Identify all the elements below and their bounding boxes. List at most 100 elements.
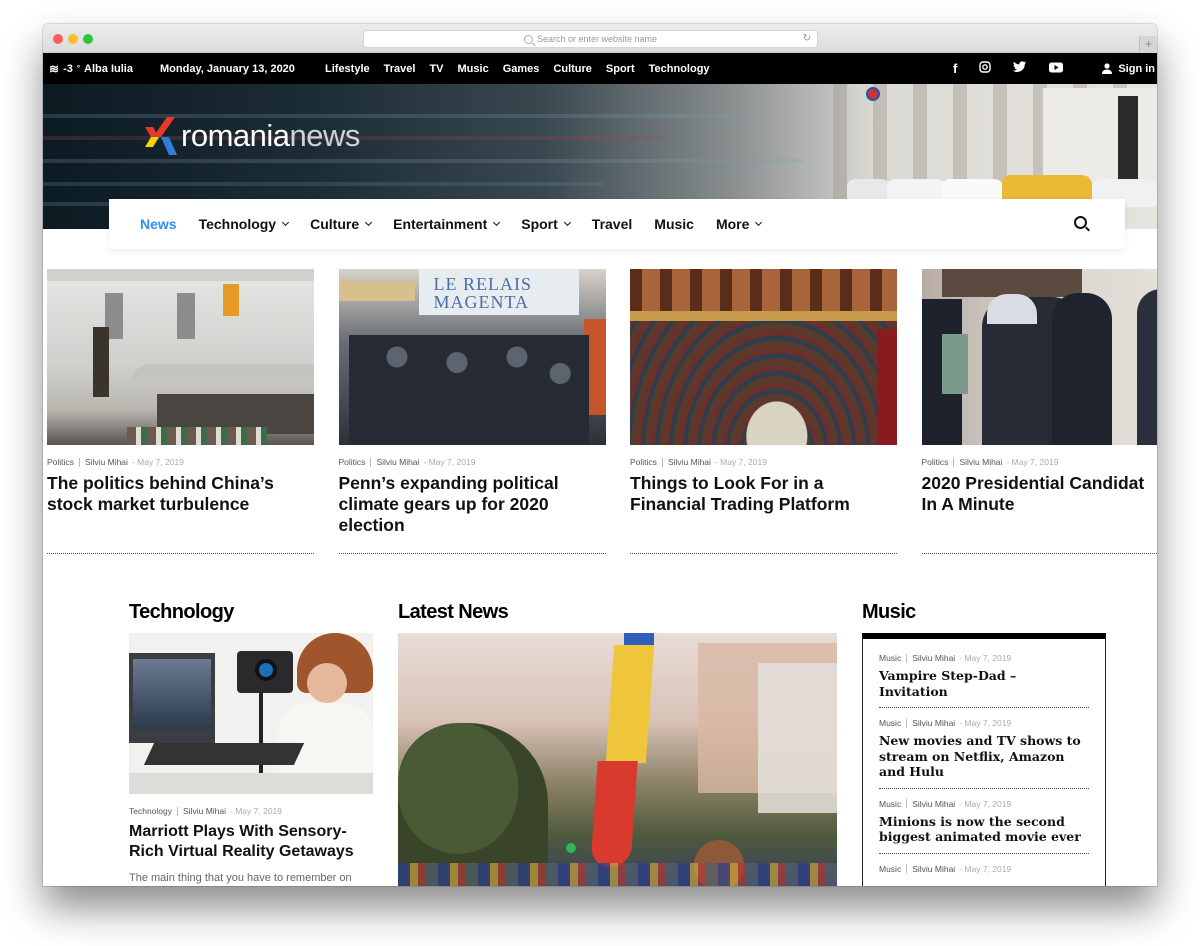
article-title[interactable]: New movies and TV shows to stream on Net…: [879, 733, 1089, 780]
article-title-line: climate gears up for 2020: [338, 494, 549, 514]
featured-article[interactable]: Politics Silviu Mihai - May 7, 2019 The …: [47, 269, 314, 554]
latest-news-image[interactable]: [398, 633, 837, 886]
site-logo[interactable]: romanianews: [143, 117, 360, 155]
article-category[interactable]: Music: [879, 799, 901, 809]
article-title[interactable]: The politics behind China’s stock market…: [47, 473, 314, 541]
sign-in-label: Sign in: [1118, 62, 1155, 75]
article-title[interactable]: Minions is now the second biggest animat…: [879, 814, 1089, 845]
section-heading-music[interactable]: Music: [862, 601, 916, 624]
user-icon: [1102, 63, 1113, 74]
article-title[interactable]: 2020 Presidential Candidat In A Minute: [922, 473, 1158, 541]
new-tab-button[interactable]: +: [1139, 36, 1157, 53]
main-nav: News Technology Culture Entertainment Sp…: [109, 199, 1125, 249]
current-date: Monday, January 13, 2020: [160, 62, 295, 75]
article-title-line: stock market turbulence: [47, 494, 250, 514]
article-title-line: Rich Virtual Reality Getaways: [129, 843, 354, 860]
article-category[interactable]: Music: [879, 718, 901, 728]
article-author[interactable]: Silviu Mihai: [376, 457, 419, 467]
temperature-unit: °: [76, 64, 81, 73]
sign-in-button[interactable]: Sign in: [1102, 63, 1155, 75]
article-title[interactable]: Vampire Step-Dad – Invitation: [879, 668, 1089, 699]
youtube-icon[interactable]: [1049, 62, 1064, 76]
top-nav-tv[interactable]: TV: [429, 63, 443, 75]
featured-article[interactable]: LE RELAIS MAGENTA Politics Silviu Mihai -…: [338, 269, 606, 554]
music-article[interactable]: Music Silviu Mihai - May 7, 2019 Minions…: [879, 799, 1089, 854]
featured-articles: Politics Silviu Mihai - May 7, 2019 The …: [47, 269, 1157, 554]
address-bar[interactable]: Search or enter website name ↻: [363, 30, 818, 48]
nav-travel[interactable]: Travel: [592, 216, 632, 232]
article-category[interactable]: Politics: [922, 457, 949, 467]
nav-entertainment[interactable]: Entertainment: [393, 216, 501, 232]
music-article[interactable]: Music Silviu Mihai - May 7, 2019 New mov…: [879, 718, 1089, 789]
top-nav-sport[interactable]: Sport: [606, 63, 635, 75]
article-title[interactable]: Marriott Plays With Sensory- Rich Virtua…: [129, 822, 373, 862]
divider: [338, 553, 606, 554]
nav-entertainment-label: Entertainment: [393, 216, 488, 232]
article-title-line: The politics behind China’s: [47, 473, 274, 493]
article-category[interactable]: Music: [879, 653, 901, 663]
nav-news[interactable]: News: [140, 216, 177, 232]
article-author[interactable]: Silviu Mihai: [912, 653, 955, 663]
section-heading-latest-news[interactable]: Latest News: [398, 601, 509, 624]
article-title-line: In A Minute: [921, 494, 1015, 514]
article-category[interactable]: Politics: [47, 457, 74, 467]
article-title[interactable]: Things to Look For in a Financial Tradin…: [630, 473, 897, 541]
section-heading-technology[interactable]: Technology: [129, 601, 234, 624]
article-author[interactable]: Silviu Mihai: [912, 718, 955, 728]
nav-sport[interactable]: Sport: [521, 216, 571, 232]
search-icon[interactable]: [1074, 216, 1087, 229]
top-nav-technology[interactable]: Technology: [649, 63, 710, 75]
facebook-icon[interactable]: f: [953, 61, 957, 76]
article-author[interactable]: Silviu Mihai: [959, 457, 1002, 467]
article-category[interactable]: Politics: [630, 457, 657, 467]
article-category[interactable]: Politics: [339, 457, 366, 467]
article-image[interactable]: [630, 269, 897, 445]
article-date: May 7, 2019: [964, 653, 1012, 663]
technology-section: Technology Silviu Mihai - May 7, 2019 Ma…: [129, 633, 373, 884]
featured-article[interactable]: Politics Silviu Mihai - May 7, 2019 2020…: [921, 269, 1158, 554]
nav-more[interactable]: More: [716, 216, 763, 232]
article-author[interactable]: Silviu Mihai: [85, 457, 128, 467]
article-image[interactable]: LE RELAIS MAGENTA: [338, 269, 606, 445]
divider: [630, 553, 897, 554]
article-date: May 7, 2019: [428, 457, 476, 467]
weather-widget: ≋ -3 ° Alba Iulia: [49, 62, 133, 76]
article-date: May 7, 2019: [964, 863, 1012, 874]
instagram-icon[interactable]: [979, 61, 992, 76]
article-author[interactable]: Silviu Mihai: [912, 799, 955, 809]
city: Alba Iulia: [84, 62, 133, 75]
top-nav-culture[interactable]: Culture: [553, 63, 592, 75]
twitter-icon[interactable]: [1013, 61, 1027, 76]
minimize-window-button[interactable]: [68, 34, 78, 44]
article-image[interactable]: [47, 269, 314, 445]
article-author[interactable]: Silviu Mihai: [912, 864, 955, 874]
music-article[interactable]: Music Silviu Mihai - May 7, 2019: [879, 864, 1089, 874]
divider: [879, 787, 1089, 789]
reload-icon[interactable]: ↻: [803, 33, 811, 44]
featured-article[interactable]: Politics Silviu Mihai - May 7, 2019 Thin…: [630, 269, 897, 554]
article-date: May 7, 2019: [1011, 457, 1059, 467]
article-title-line: Marriott Plays With Sensory-: [129, 823, 347, 840]
top-nav-travel[interactable]: Travel: [384, 63, 416, 75]
zoom-window-button[interactable]: [83, 34, 93, 44]
article-date: May 7, 2019: [964, 718, 1012, 728]
music-article[interactable]: Music Silviu Mihai - May 7, 2019 Vampire…: [879, 653, 1089, 708]
top-nav-music[interactable]: Music: [458, 63, 489, 75]
nav-culture[interactable]: Culture: [310, 216, 373, 232]
article-image[interactable]: [921, 269, 1157, 445]
article-category[interactable]: Technology: [129, 806, 172, 816]
chevron-down-icon: [755, 218, 763, 227]
top-nav-games[interactable]: Games: [503, 63, 540, 75]
close-window-button[interactable]: [53, 34, 63, 44]
article-category[interactable]: Music: [879, 864, 901, 874]
article-title[interactable]: Penn’s expanding political climate gears…: [339, 473, 606, 541]
nav-music[interactable]: Music: [654, 216, 694, 232]
top-nav-lifestyle[interactable]: Lifestyle: [325, 63, 370, 75]
article-author[interactable]: Silviu Mihai: [183, 806, 226, 816]
article-title-line: Financial Trading Platform: [630, 494, 850, 514]
nav-technology[interactable]: Technology: [198, 216, 290, 232]
article-image[interactable]: [129, 633, 373, 794]
article-author[interactable]: Silviu Mihai: [668, 457, 711, 467]
divider: [47, 553, 314, 554]
nav-technology-label: Technology: [198, 216, 277, 232]
